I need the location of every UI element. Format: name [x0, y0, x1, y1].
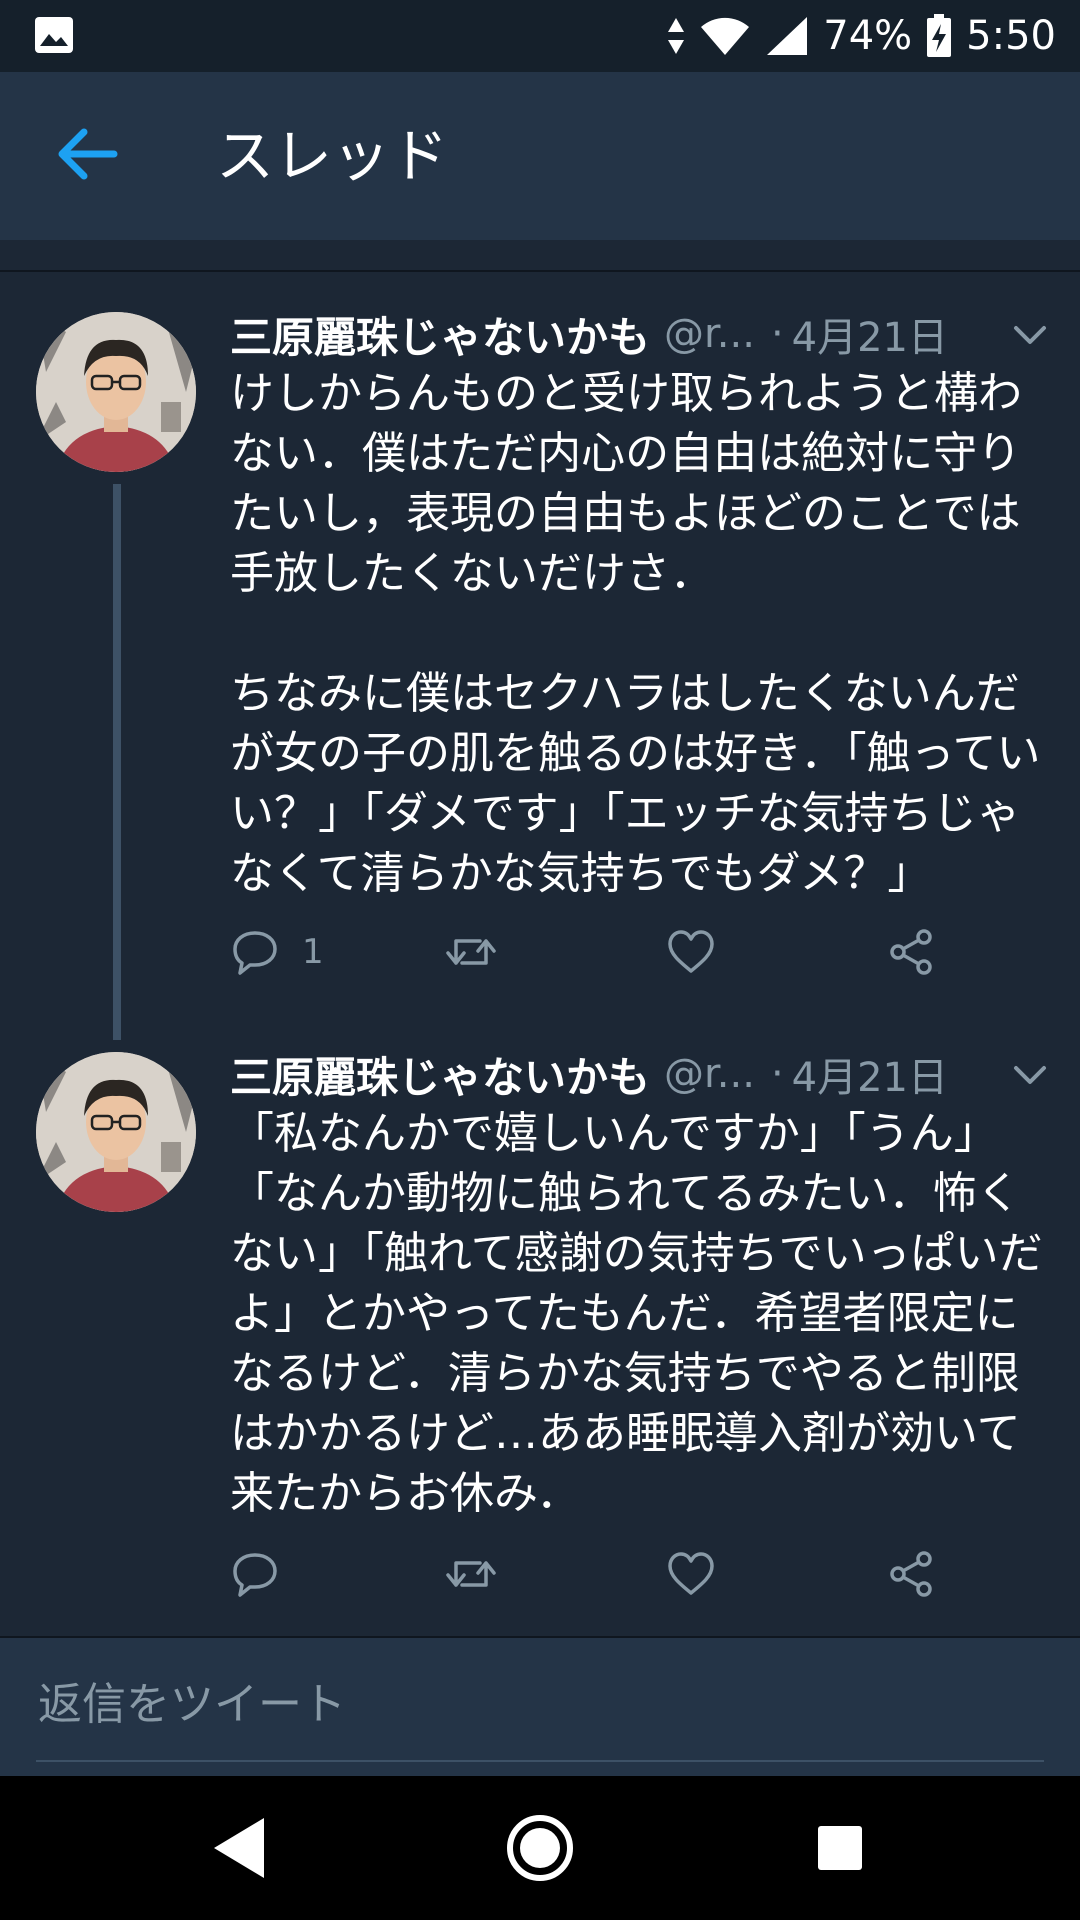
reply-button[interactable]: 1: [230, 922, 324, 982]
divider: [0, 270, 1080, 272]
share-button[interactable]: [886, 922, 936, 982]
nav-back-icon[interactable]: [200, 1808, 280, 1888]
author-name[interactable]: 三原麗珠じゃないかも: [230, 1044, 650, 1105]
battery-charging-icon: [927, 14, 952, 57]
tweet-actions: 1: [230, 922, 990, 982]
heart-icon: [668, 930, 714, 973]
nav-home-icon[interactable]: [500, 1808, 580, 1888]
retweet-icon: [446, 1561, 496, 1587]
author-name[interactable]: 三原麗珠じゃないかも: [230, 304, 650, 365]
tweet-date[interactable]: 4月21日: [792, 1045, 948, 1103]
battery-percentage: 74%: [823, 13, 913, 59]
chevron-down-icon[interactable]: [1010, 1056, 1050, 1092]
arrow-left-icon[interactable]: [52, 124, 122, 184]
reply-icon: [233, 1553, 277, 1597]
retweet-icon: [446, 939, 496, 965]
reply-icon: [233, 931, 277, 975]
reply-input[interactable]: [36, 1668, 1048, 1740]
gallery-icon: [35, 17, 73, 53]
signal-icon: [767, 17, 808, 55]
nav-recents-icon[interactable]: [800, 1808, 880, 1888]
app-bar: スレッド: [0, 72, 1080, 240]
share-icon: [890, 929, 932, 975]
author-handle[interactable]: @r...: [664, 311, 755, 357]
reply-underline: [36, 1760, 1044, 1762]
like-button[interactable]: [666, 1544, 716, 1604]
tweet-date[interactable]: 4月21日: [792, 305, 948, 363]
chevron-down-icon[interactable]: [1010, 316, 1050, 352]
like-button[interactable]: [666, 922, 716, 982]
reply-composer: [0, 1636, 1080, 1778]
status-bar: 74% 5:50: [0, 0, 1080, 72]
separator-dot: ·: [770, 311, 784, 357]
retweet-button[interactable]: [446, 922, 496, 982]
page-title: スレッド: [216, 122, 449, 190]
share-icon: [890, 1551, 932, 1597]
separator-dot: ·: [770, 1051, 784, 1097]
tweet-text: けしからんものと受け取られようと構わない．僕はただ内心の自由は絶対に守りたいし，…: [230, 368, 1041, 899]
tweet-actions: [230, 1544, 990, 1604]
tweet-header: 三原麗珠じゃないかも @r... · 4月21日: [230, 1042, 1050, 1106]
tweet-text: 「私なんかで嬉しいんですか」「うん」「なんか動物に触られてるみたい．怖くない」「…: [230, 1108, 1043, 1519]
author-handle[interactable]: @r...: [664, 1051, 755, 1097]
share-button[interactable]: [886, 1544, 936, 1604]
thread-connector: [113, 484, 121, 1040]
avatar[interactable]: [36, 312, 196, 472]
system-nav-bar: [0, 1776, 1080, 1920]
data-arrows-icon: [668, 18, 685, 54]
reply-count: 1: [302, 932, 324, 972]
clock: 5:50: [966, 13, 1056, 59]
tweet-header: 三原麗珠じゃないかも @r... · 4月21日: [230, 302, 1050, 366]
wifi-icon: [701, 17, 750, 55]
retweet-button[interactable]: [446, 1544, 496, 1604]
heart-icon: [668, 1552, 714, 1595]
reply-button[interactable]: [230, 1544, 302, 1604]
avatar[interactable]: [36, 1052, 196, 1212]
